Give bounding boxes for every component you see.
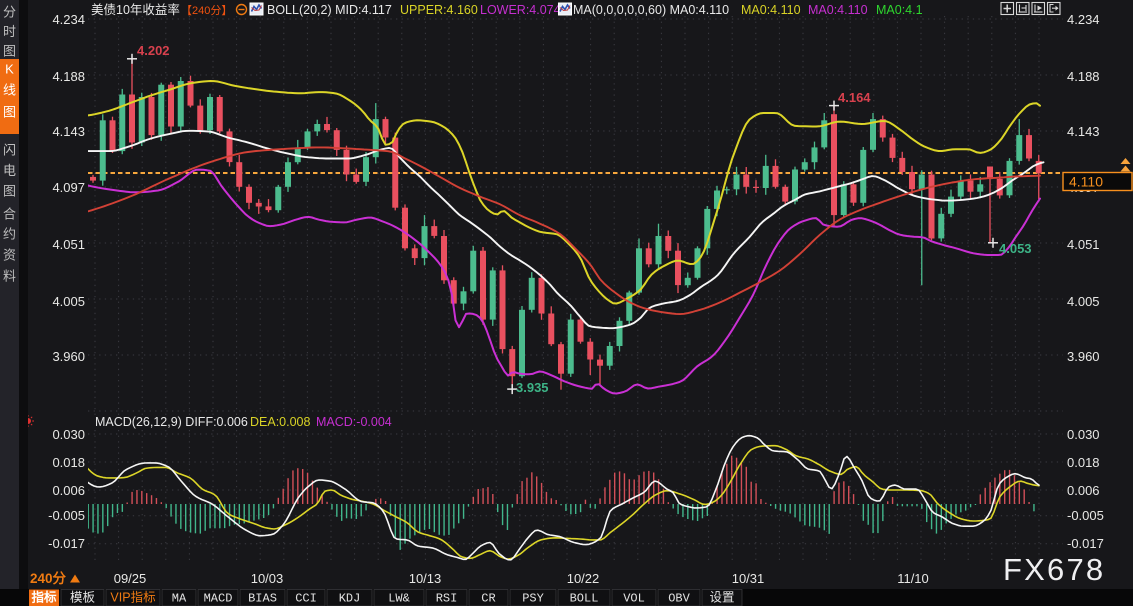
svg-text:4.143: 4.143 <box>1067 124 1100 139</box>
svg-text:VIP指标: VIP指标 <box>110 590 155 605</box>
svg-text:图: 图 <box>3 105 16 120</box>
svg-text:10/22: 10/22 <box>567 571 600 586</box>
svg-text:指标: 指标 <box>31 590 57 605</box>
svg-text:4.202: 4.202 <box>137 43 170 58</box>
svg-text:CCI: CCI <box>295 592 317 606</box>
svg-text:FX678: FX678 <box>1003 552 1105 587</box>
svg-text:4.234: 4.234 <box>1067 12 1100 27</box>
svg-text:4.097: 4.097 <box>52 180 85 195</box>
svg-text:0.018: 0.018 <box>52 455 85 470</box>
svg-text:MA(0,0,0,0,0,60) MA0:4.110: MA(0,0,0,0,0,60) MA0:4.110 <box>573 3 729 17</box>
svg-text:4.188: 4.188 <box>52 69 85 84</box>
svg-text:09/25: 09/25 <box>114 571 147 586</box>
svg-text:MA: MA <box>172 592 187 606</box>
svg-text:4.188: 4.188 <box>1067 69 1100 84</box>
svg-text:资: 资 <box>3 248 16 263</box>
svg-text:11/10: 11/10 <box>897 571 929 586</box>
svg-text:料: 料 <box>3 269 16 284</box>
svg-text:-0.005: -0.005 <box>1067 508 1104 523</box>
svg-text:VOL: VOL <box>623 592 645 606</box>
svg-text:K: K <box>5 62 14 77</box>
svg-text:MA0:4.110: MA0:4.110 <box>741 3 801 17</box>
svg-text:时: 时 <box>3 24 16 39</box>
svg-text:4.051: 4.051 <box>52 237 85 252</box>
svg-text:BIAS: BIAS <box>248 592 277 606</box>
svg-text:电: 电 <box>3 163 16 178</box>
svg-text:CR: CR <box>481 592 495 606</box>
svg-text:图: 图 <box>3 44 16 59</box>
svg-text:LW&: LW& <box>388 592 410 606</box>
svg-text:4.110: 4.110 <box>1069 174 1103 190</box>
svg-text:0.018: 0.018 <box>1067 455 1100 470</box>
svg-text:PSY: PSY <box>522 592 544 606</box>
svg-text:4.053: 4.053 <box>999 241 1032 256</box>
svg-text:MA0:4.1: MA0:4.1 <box>876 3 923 17</box>
svg-text:BOLL: BOLL <box>570 592 599 606</box>
svg-text:4.164: 4.164 <box>838 90 871 105</box>
svg-text:MACD:-0.004: MACD:-0.004 <box>316 415 392 429</box>
svg-text:KDJ: KDJ <box>339 592 361 606</box>
svg-text:设置: 设置 <box>709 590 734 605</box>
svg-text:10/13: 10/13 <box>409 571 442 586</box>
svg-text:UPPER:4.160: UPPER:4.160 <box>400 3 478 17</box>
svg-text:0.006: 0.006 <box>1067 483 1100 498</box>
svg-text:3.960: 3.960 <box>52 349 85 364</box>
svg-text:0.006: 0.006 <box>52 483 85 498</box>
svg-text:RSI: RSI <box>436 592 458 606</box>
svg-text:约: 约 <box>3 227 16 242</box>
svg-text:闪: 闪 <box>3 143 16 158</box>
svg-text:10/03: 10/03 <box>251 571 284 586</box>
svg-text:DEA:0.008: DEA:0.008 <box>250 415 311 429</box>
svg-text:3.960: 3.960 <box>1067 349 1100 364</box>
svg-text:-0.017: -0.017 <box>48 536 85 551</box>
svg-text:10/31: 10/31 <box>732 571 765 586</box>
svg-text:-0.017: -0.017 <box>1067 536 1104 551</box>
svg-text:240分: 240分 <box>30 571 67 586</box>
svg-text:MACD: MACD <box>204 592 233 606</box>
svg-text:MACD(26,12,9) DIFF:0.006: MACD(26,12,9) DIFF:0.006 <box>95 415 248 429</box>
svg-text:美债10年收益率: 美债10年收益率 <box>91 2 180 17</box>
svg-text:BOLL(20,2) MID:4.117: BOLL(20,2) MID:4.117 <box>267 3 392 17</box>
svg-text:OBV: OBV <box>668 592 690 606</box>
svg-text:【240分】: 【240分】 <box>181 4 232 17</box>
svg-text:3.935: 3.935 <box>516 380 549 395</box>
svg-text:4.143: 4.143 <box>52 124 85 139</box>
svg-text:模板: 模板 <box>70 591 96 605</box>
svg-text:0.030: 0.030 <box>52 427 85 442</box>
svg-text:线: 线 <box>3 83 16 98</box>
svg-text:4.005: 4.005 <box>52 294 85 309</box>
svg-text:图: 图 <box>3 184 16 199</box>
svg-text:合: 合 <box>3 207 16 222</box>
svg-text:4.234: 4.234 <box>52 12 85 27</box>
svg-text:分: 分 <box>3 5 16 20</box>
svg-text:0.030: 0.030 <box>1067 427 1100 442</box>
svg-text:4.051: 4.051 <box>1067 237 1100 252</box>
svg-text:-0.005: -0.005 <box>48 508 85 523</box>
svg-text:4.005: 4.005 <box>1067 294 1100 309</box>
svg-text:MA0:4.110: MA0:4.110 <box>808 3 868 17</box>
svg-text:LOWER:4.074: LOWER:4.074 <box>480 3 561 17</box>
